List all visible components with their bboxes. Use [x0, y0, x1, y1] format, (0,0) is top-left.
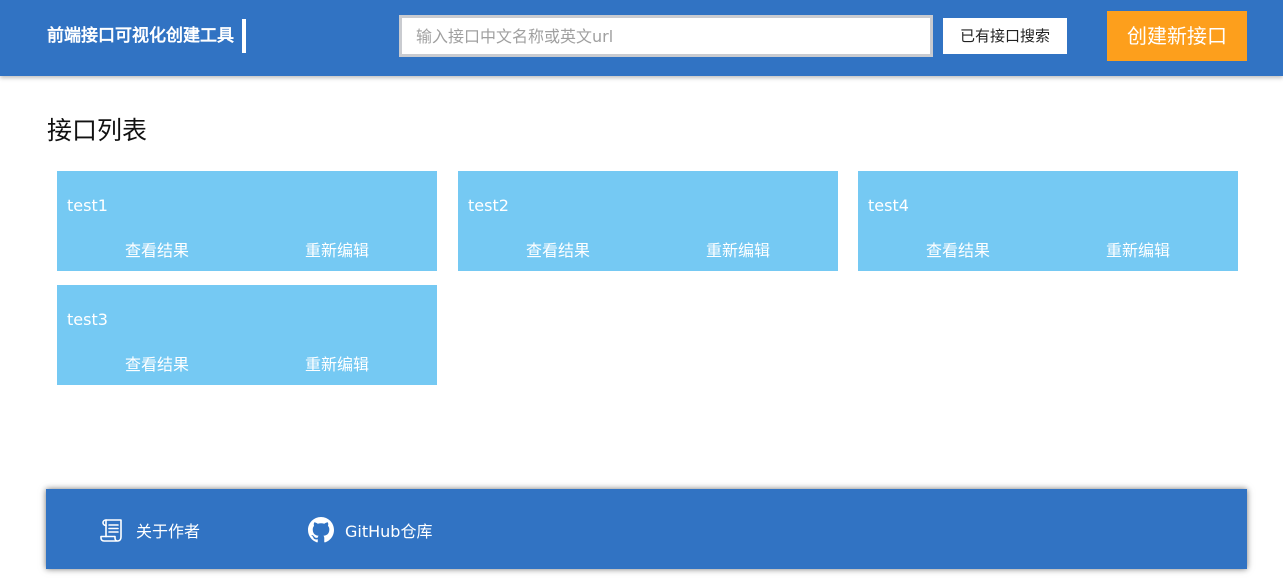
re-edit-link[interactable]: 重新编辑 — [1106, 240, 1170, 262]
page-title: 接口列表 — [47, 116, 148, 145]
re-edit-link[interactable]: 重新编辑 — [305, 240, 369, 262]
re-edit-link[interactable]: 重新编辑 — [706, 240, 770, 262]
search-input[interactable] — [399, 15, 933, 57]
footer-bar: 关于作者 GitHub仓库 — [46, 489, 1247, 569]
create-interface-button[interactable]: 创建新接口 — [1107, 11, 1247, 61]
re-edit-link[interactable]: 重新编辑 — [305, 354, 369, 376]
card-name: test2 — [468, 196, 509, 215]
card-name: test4 — [868, 196, 909, 215]
scroll-icon — [98, 516, 126, 544]
interface-card: test3 查看结果 重新编辑 — [57, 285, 437, 385]
view-result-link[interactable]: 查看结果 — [926, 240, 990, 262]
about-author-link[interactable]: 关于作者 — [98, 516, 200, 544]
search-existing-button[interactable]: 已有接口搜索 — [943, 18, 1067, 54]
view-result-link[interactable]: 查看结果 — [125, 240, 189, 262]
interface-card: test2 查看结果 重新编辑 — [458, 171, 838, 271]
interface-card: test1 查看结果 重新编辑 — [57, 171, 437, 271]
interface-card: test4 查看结果 重新编辑 — [858, 171, 1238, 271]
title-divider — [242, 19, 246, 53]
top-navigation-bar: 前端接口可视化创建工具 已有接口搜索 创建新接口 — [0, 0, 1283, 76]
github-repo-label: GitHub仓库 — [345, 522, 433, 541]
about-author-label: 关于作者 — [136, 522, 201, 541]
card-name: test3 — [67, 310, 108, 329]
app-title: 前端接口可视化创建工具 — [47, 26, 234, 46]
card-name: test1 — [67, 196, 108, 215]
github-icon — [307, 516, 335, 544]
view-result-link[interactable]: 查看结果 — [526, 240, 590, 262]
github-repo-link[interactable]: GitHub仓库 — [307, 516, 432, 544]
view-result-link[interactable]: 查看结果 — [125, 354, 189, 376]
